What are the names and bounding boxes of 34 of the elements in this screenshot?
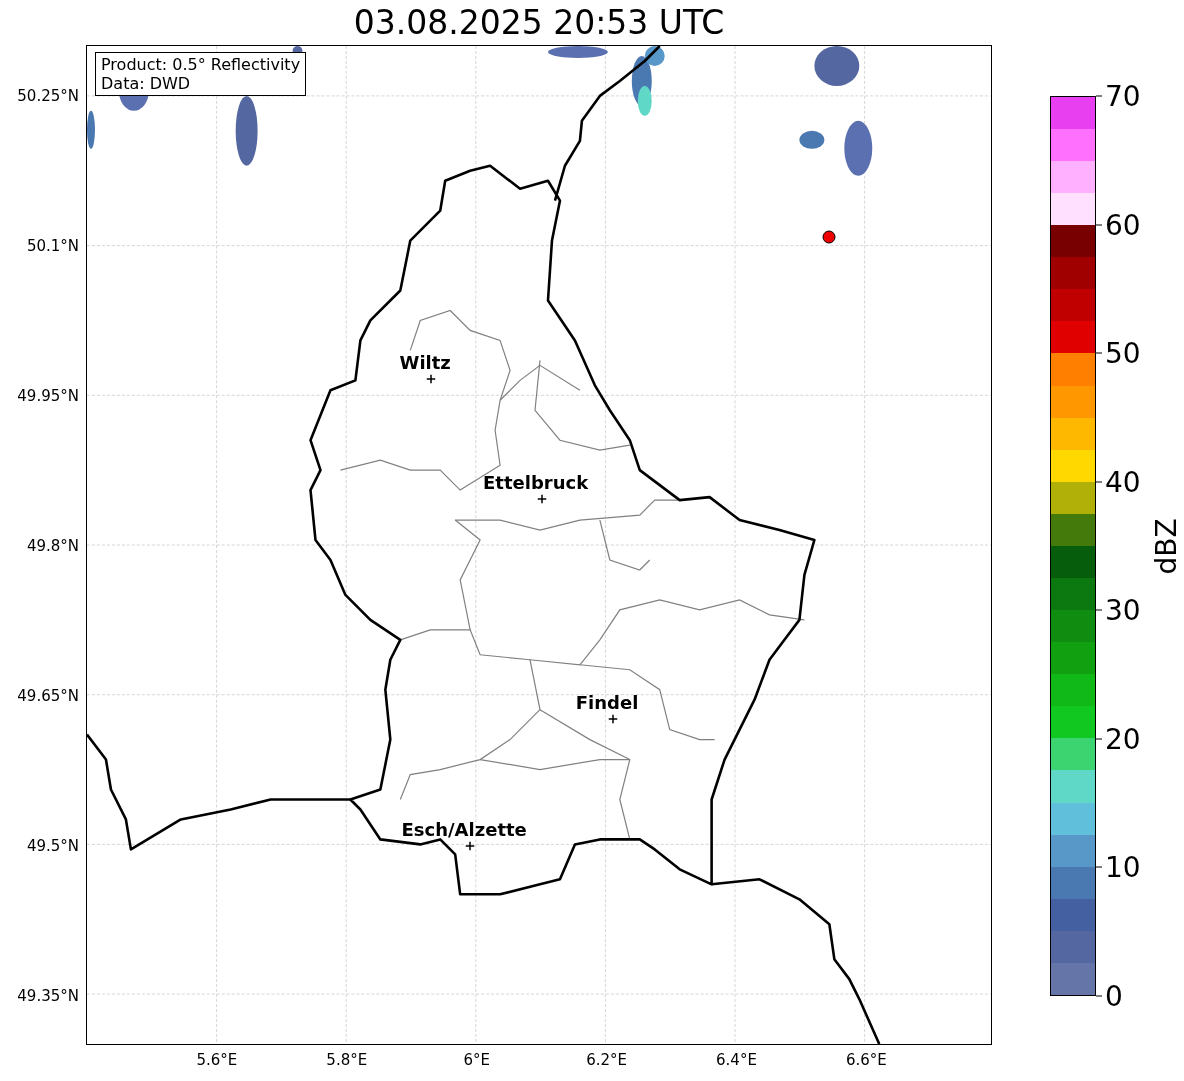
city-label: Esch/Alzette bbox=[401, 819, 527, 840]
scale-value: 10 bbox=[1105, 850, 1141, 884]
scale-value: 0 bbox=[1105, 979, 1123, 1013]
longitude-label: 5.8°E bbox=[326, 1051, 368, 1069]
scale-value: 40 bbox=[1105, 465, 1141, 499]
scale-unit-label: dBZ bbox=[1149, 517, 1183, 575]
info-text: Product: 0.5° Reflectivity bbox=[101, 55, 301, 74]
latitude-label: 49.5°N bbox=[26, 837, 79, 855]
scale-value: 70 bbox=[1105, 79, 1141, 113]
city-label: Wiltz bbox=[399, 352, 451, 373]
longitude-label: 5.6°E bbox=[196, 1051, 238, 1069]
scale-value: 50 bbox=[1105, 336, 1141, 370]
info-text: Data: DWD bbox=[101, 74, 192, 93]
radar-site-marker bbox=[822, 230, 836, 244]
latitude-label: 49.65°N bbox=[17, 687, 79, 705]
city-marker-icon bbox=[426, 374, 436, 384]
latitude-label: 50.1°N bbox=[26, 237, 79, 255]
longitude-label: 6.4°E bbox=[716, 1051, 757, 1069]
latitude-label: 49.95°N bbox=[17, 387, 79, 405]
city-label: Findel bbox=[575, 692, 639, 713]
chart-title: 03.08.2025 20:53 UTC bbox=[353, 4, 725, 41]
longitude-label: 6.6°E bbox=[845, 1051, 887, 1069]
city-label: Ettelbruck bbox=[483, 472, 589, 493]
scale-value: 60 bbox=[1105, 208, 1141, 242]
city-marker-icon bbox=[465, 841, 475, 851]
latitude-label: 49.8°N bbox=[26, 537, 79, 555]
city-marker-icon bbox=[608, 714, 618, 724]
city-marker-icon bbox=[537, 494, 547, 504]
scale-value: 30 bbox=[1105, 593, 1141, 627]
longitude-label: 6.2°E bbox=[586, 1051, 627, 1069]
longitude-label: 6°E bbox=[463, 1051, 490, 1069]
latitude-label: 50.25°N bbox=[17, 87, 79, 105]
scale-value: 20 bbox=[1105, 722, 1141, 756]
latitude-label: 49.35°N bbox=[17, 987, 79, 1005]
